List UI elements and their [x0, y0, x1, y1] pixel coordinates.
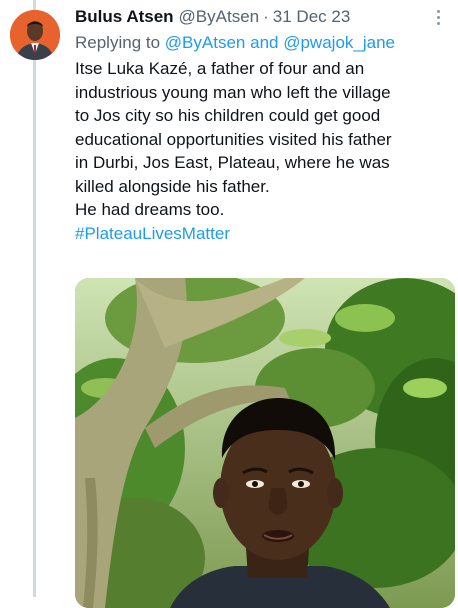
replying-to: Replying to @ByAtsen and @pwajok_jane [75, 32, 451, 54]
author-handle[interactable]: @ByAtsen [179, 6, 260, 28]
more-options-icon[interactable] [431, 6, 445, 28]
tweet-text-line: Itse Luka Kazé, a father of four and an [75, 59, 365, 78]
replying-conjunction[interactable]: and [250, 33, 278, 52]
author-avatar[interactable] [10, 10, 60, 60]
author-name[interactable]: Bulus Atsen [75, 6, 174, 28]
tweet-header: Bulus Atsen @ByAtsen · 31 Dec 23 [75, 6, 451, 28]
tweet-photo[interactable] [75, 278, 455, 608]
tweet[interactable]: Bulus Atsen @ByAtsen · 31 Dec 23 Replyin… [75, 6, 451, 245]
thread-connector-line [33, 0, 36, 597]
mention-byatsen[interactable]: @ByAtsen [165, 33, 246, 52]
tweet-text-line: to Jos city so his children could get go… [75, 106, 381, 125]
tweet-date[interactable]: 31 Dec 23 [273, 6, 351, 28]
replying-prefix: Replying to [75, 33, 161, 52]
tweet-text: Itse Luka Kazé, a father of four and an … [75, 57, 451, 222]
tweet-text-line: educational opportunities visited his fa… [75, 129, 392, 149]
tweet-text-line: He had dreams too. [75, 200, 225, 219]
mention-pwajok-jane[interactable]: @pwajok_jane [283, 33, 395, 52]
tweet-text-line: killed alongside his father. [75, 176, 270, 196]
header-separator: · [263, 7, 269, 26]
tweet-text-line: industrious young man who left the villa… [75, 82, 391, 102]
tweet-text-line: in Durbi, Jos East, Plateau, where he wa… [75, 153, 390, 172]
hashtag-link[interactable]: #PlateauLivesMatter [75, 222, 451, 246]
person-in-suit-avatar-icon [10, 10, 60, 60]
photo-of-man-under-tree-icon [75, 278, 455, 608]
